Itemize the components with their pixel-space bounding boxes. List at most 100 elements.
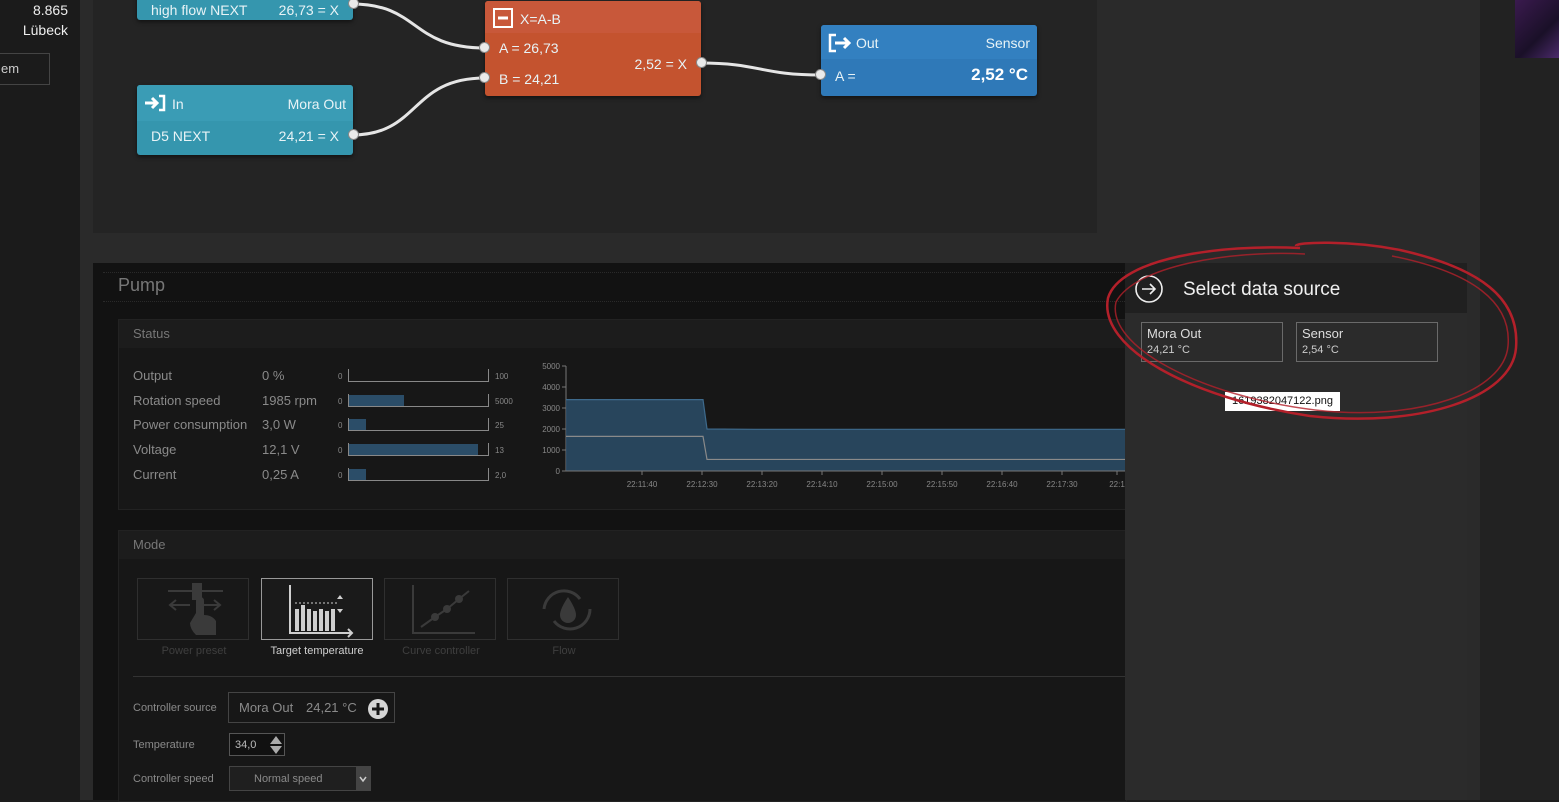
x-tick-label: 22:15:50 — [926, 480, 958, 489]
out-node-value: 2,52 °C — [971, 65, 1028, 84]
wire-high-flow-to-a — [351, 2, 486, 50]
high-flow-label: high flow NEXT — [151, 2, 248, 18]
mode-power-preset-button[interactable] — [137, 578, 249, 640]
subtract-output-port[interactable] — [696, 57, 707, 68]
series-area — [566, 399, 1125, 471]
y-tick-label: 2000 — [542, 425, 560, 434]
mode-heading: Mode — [119, 531, 1126, 559]
controller-speed-value: Normal speed — [254, 773, 323, 785]
bar-max-label: 25 — [495, 421, 504, 431]
status-chart: 0 1000 2000 3000 4000 5000 22:11:40 22:12:30 22:… — [542, 362, 1125, 489]
bar-max-label: 2,0 — [495, 470, 507, 480]
bar-min-label: 0 — [338, 372, 343, 381]
controller-speed-select[interactable]: Normal speed — [229, 766, 371, 791]
bar-min-label: 0 — [338, 421, 343, 431]
status-bar — [348, 393, 489, 407]
out-node[interactable]: Out Sensor A = 2,52 °C — [815, 25, 1037, 96]
add-source-icon[interactable] — [367, 698, 389, 720]
mode-section: Mode — [118, 530, 1127, 802]
bar-max-label: 13 — [495, 446, 504, 456]
subtract-b-value: B = 24,21 — [499, 71, 560, 87]
status-value: 1985 rpm — [262, 392, 317, 408]
high-flow-value: 26,73 = X — [278, 2, 339, 18]
high-flow-node[interactable]: high flow NEXT 26,73 = X — [137, 0, 359, 20]
subtract-node[interactable]: X=A-B A = 26,73 B = 24,21 2,52 = X — [479, 1, 707, 96]
y-tick-label: 1000 — [542, 446, 560, 455]
x-tick-label: 22:17:30 — [1046, 480, 1078, 489]
mode-label: Target temperature — [270, 645, 364, 657]
status-label: Current — [133, 466, 177, 482]
out-node-a-label: A = — [835, 68, 856, 84]
status-heading: Status — [119, 320, 1126, 348]
subtract-output-value: 2,52 = X — [634, 56, 687, 72]
wire-in-to-b — [351, 76, 486, 137]
x-tick-label: 22:16:40 — [986, 480, 1018, 489]
y-tick-label: 0 — [556, 467, 561, 476]
bar-min-label: 0 — [338, 446, 343, 456]
in-node-source: Mora Out — [287, 96, 346, 112]
subtract-node-title: X=A-B — [520, 11, 561, 27]
x-tick-label: 22:13:20 — [746, 480, 778, 489]
status-bar — [348, 467, 489, 481]
out-node-target: Sensor — [985, 35, 1030, 51]
controller-source-value: Mora Out — [239, 700, 294, 715]
status-label: Rotation speed — [133, 392, 221, 408]
minus-box-icon — [493, 8, 513, 28]
status-value: 3,0 W — [262, 417, 296, 433]
status-bar — [348, 443, 489, 457]
controller-speed-label: Controller speed — [133, 773, 214, 785]
hand-slider-icon — [168, 583, 223, 635]
status-bar — [348, 418, 489, 432]
status-bar — [348, 369, 489, 382]
out-node-input-port[interactable] — [815, 69, 826, 80]
x-tick-label: 22:12:30 — [686, 480, 718, 489]
wire-out — [699, 61, 822, 77]
status-bar-fill — [349, 419, 366, 431]
bar-max-label: 5000 — [495, 396, 513, 406]
in-node[interactable]: In Mora Out D5 NEXT 24,21 = X — [137, 85, 359, 155]
status-label: Power consumption — [133, 417, 248, 433]
in-node-value: 24,21 = X — [278, 128, 339, 144]
out-node-title: Out — [856, 35, 879, 51]
pump-header — [103, 272, 1125, 302]
output-icon — [828, 33, 852, 53]
status-bar-fill — [349, 394, 405, 406]
dropdown-toggle[interactable] — [356, 767, 370, 790]
y-tick-label: 3000 — [542, 404, 560, 413]
x-tick-label: 22:1 — [1109, 480, 1125, 489]
y-tick-label: 5000 — [542, 362, 560, 371]
status-value: 0 % — [262, 368, 285, 383]
mode-target-temperature-button[interactable] — [261, 578, 373, 640]
controller-source-field[interactable]: Mora Out 24,21 °C — [228, 692, 395, 723]
subtract-input-b-port[interactable] — [479, 72, 490, 83]
subtract-a-value: A = 26,73 — [499, 40, 559, 56]
bar-max-label: 100 — [495, 372, 509, 381]
in-node-title: In — [172, 96, 184, 112]
status-label: Output — [133, 368, 173, 383]
status-label: Voltage — [133, 442, 177, 458]
status-value: 0,25 A — [262, 466, 299, 482]
mode-label: Curve controller — [402, 645, 480, 657]
y-tick-label: 4000 — [542, 383, 560, 392]
x-tick-label: 22:15:00 — [866, 480, 898, 489]
red-annotation-ellipse — [1106, 241, 1518, 420]
subtract-input-a-port[interactable] — [479, 42, 490, 53]
flow-drop-icon — [542, 589, 592, 631]
bar-min-label: 0 — [338, 396, 343, 406]
mode-curve-controller-button[interactable] — [384, 578, 496, 640]
status-value: 12,1 V — [262, 442, 300, 458]
temperature-stepper[interactable]: 34,0 — [229, 733, 285, 756]
stepper-arrows-icon[interactable] — [269, 735, 283, 755]
x-tick-label: 22:14:10 — [806, 480, 838, 489]
mode-label: Flow — [552, 645, 576, 657]
temperature-label: Temperature — [133, 739, 195, 751]
status-bar-fill — [349, 444, 479, 456]
bar-min-label: 0 — [338, 470, 343, 480]
in-node-output-port[interactable] — [348, 129, 359, 140]
controller-source-label: Controller source — [133, 702, 217, 714]
thumbnail-image — [1515, 0, 1559, 58]
chevron-down-icon — [359, 776, 367, 783]
mode-flow-button[interactable] — [507, 578, 619, 640]
x-tick-label: 22:11:40 — [627, 480, 658, 489]
controller-source-temp: 24,21 °C — [306, 700, 357, 715]
